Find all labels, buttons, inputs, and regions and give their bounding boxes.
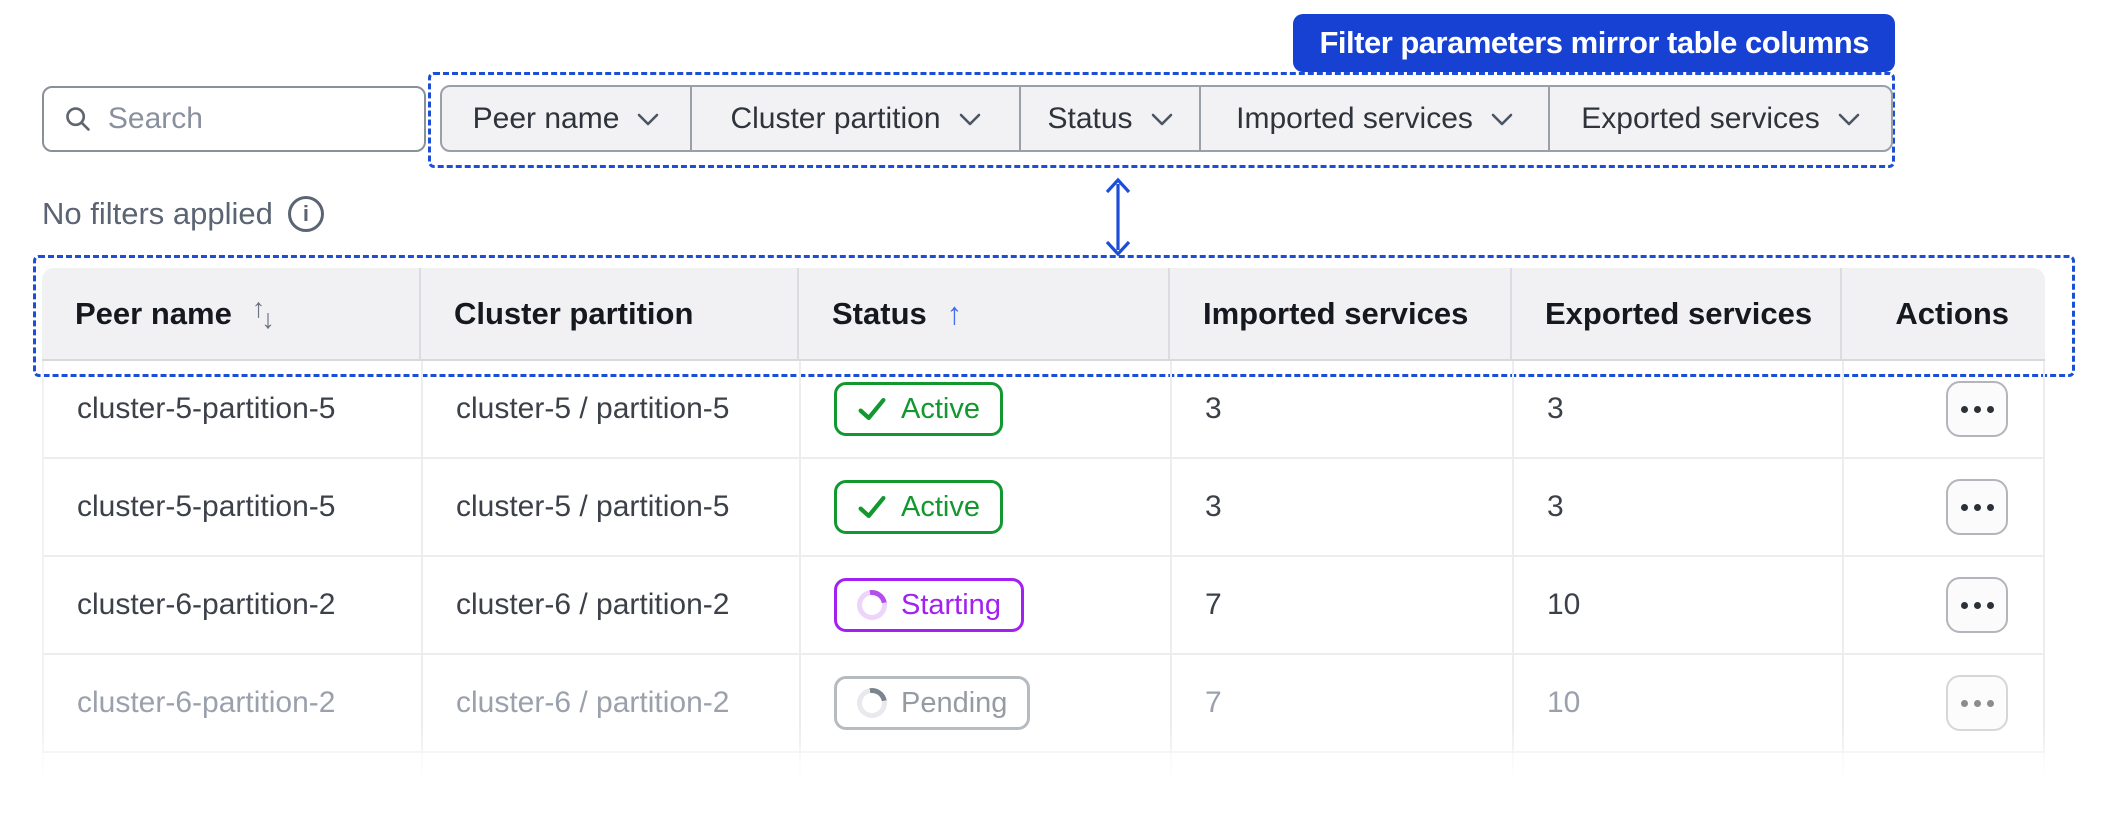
exported-services-cell: 10 bbox=[1512, 655, 1842, 751]
status-cell: Active bbox=[799, 459, 1170, 555]
filter-parameter-group: Peer name Cluster partition Status Impor… bbox=[440, 85, 1893, 152]
mirror-arrow bbox=[1105, 177, 1131, 257]
table-row: cluster-5-partition-5 cluster-5 / partit… bbox=[42, 361, 2045, 459]
imported-services-cell: 7 bbox=[1170, 655, 1512, 751]
chevron-down-icon bbox=[1151, 113, 1172, 125]
column-header-imported-services[interactable]: Imported services bbox=[1168, 268, 1510, 359]
chevron-down-icon bbox=[959, 113, 980, 125]
filter-status-line: No filters applied i bbox=[42, 196, 324, 232]
table-row: cluster-6-partition-2 cluster-6 / partit… bbox=[42, 557, 2045, 655]
filter-dropdown-cluster-partition[interactable]: Cluster partition bbox=[690, 87, 1019, 150]
imported-services-cell: 3 bbox=[1170, 361, 1512, 457]
filter-label: Status bbox=[1047, 101, 1133, 135]
cluster-partition-cell: cluster-5 / partition-5 bbox=[421, 459, 799, 555]
peer-name-cell: cluster-5-partition-5 bbox=[77, 392, 336, 425]
peer-name-cell: cluster-5-partition-5 bbox=[77, 490, 336, 523]
exported-services-cell: 3 bbox=[1512, 459, 1842, 555]
filter-dropdown-exported-services[interactable]: Exported services bbox=[1548, 87, 1891, 150]
peer-name-cell: cluster-6-partition-2 bbox=[77, 588, 336, 621]
check-icon bbox=[858, 495, 886, 519]
column-header-status[interactable]: Status ↑ bbox=[797, 268, 1168, 359]
filter-status-text: No filters applied bbox=[42, 196, 273, 231]
actions-cell bbox=[1842, 459, 2043, 555]
chevron-down-icon bbox=[638, 113, 659, 125]
status-badge: Pending bbox=[834, 676, 1031, 730]
column-header-actions: Actions bbox=[1840, 268, 2045, 359]
chevron-down-icon bbox=[1491, 113, 1513, 125]
sort-icon[interactable]: ↑ ↓ bbox=[252, 293, 275, 334]
actions-cell bbox=[1842, 361, 2043, 457]
imported-services-cell: 7 bbox=[1170, 557, 1512, 653]
status-cell: Starting bbox=[799, 557, 1170, 653]
column-header-cluster-partition[interactable]: Cluster partition bbox=[419, 268, 797, 359]
column-header-peer-name[interactable]: Peer name ↑ ↓ bbox=[42, 268, 419, 359]
spinner-icon bbox=[851, 584, 893, 626]
table-row: cluster-6-partition-2 cluster-6 / partit… bbox=[42, 655, 2045, 753]
filter-dropdown-status[interactable]: Status bbox=[1019, 87, 1199, 150]
filter-label: Cluster partition bbox=[730, 101, 941, 135]
row-actions-button[interactable] bbox=[1946, 675, 2008, 731]
info-icon[interactable]: i bbox=[287, 196, 324, 232]
actions-cell bbox=[1842, 557, 2043, 653]
spinner-icon bbox=[851, 682, 893, 724]
peers-table: Peer name ↑ ↓ Cluster partition Status ↑ … bbox=[42, 268, 2045, 789]
status-badge: Active bbox=[834, 382, 1003, 436]
actions-cell bbox=[1842, 655, 2043, 751]
row-actions-button[interactable] bbox=[1946, 479, 2008, 535]
search-input[interactable] bbox=[107, 102, 404, 136]
imported-services-cell: 3 bbox=[1170, 459, 1512, 555]
cluster-partition-cell: cluster-6 / partition-2 bbox=[421, 557, 799, 653]
status-cell: Active bbox=[799, 361, 1170, 457]
status-badge: Starting bbox=[834, 578, 1024, 632]
row-actions-button[interactable] bbox=[1946, 381, 2008, 437]
filter-dropdown-peer-name[interactable]: Peer name bbox=[442, 87, 690, 150]
chevron-down-icon bbox=[1838, 113, 1860, 125]
search-icon bbox=[66, 107, 90, 131]
table-header-row: Peer name ↑ ↓ Cluster partition Status ↑ … bbox=[42, 268, 2045, 361]
filter-dropdown-imported-services[interactable]: Imported services bbox=[1199, 87, 1548, 150]
table-row: cluster-5-partition-5 cluster-5 / partit… bbox=[42, 459, 2045, 557]
exported-services-cell: 3 bbox=[1512, 361, 1842, 457]
filter-label: Imported services bbox=[1236, 101, 1473, 135]
column-header-exported-services[interactable]: Exported services bbox=[1510, 268, 1840, 359]
peering-filter-demo-screen: Filter parameters mirror table columns P… bbox=[0, 0, 2118, 816]
sort-ascending-icon[interactable]: ↑ bbox=[947, 296, 963, 332]
check-icon bbox=[858, 397, 886, 421]
status-cell: Pending bbox=[799, 655, 1170, 751]
table-row-partial bbox=[42, 753, 2045, 789]
cluster-partition-cell: cluster-6 / partition-2 bbox=[421, 655, 799, 751]
filter-label: Peer name bbox=[472, 101, 620, 135]
annotation-banner: Filter parameters mirror table columns bbox=[1293, 14, 1895, 72]
status-badge: Active bbox=[834, 480, 1003, 534]
filter-label: Exported services bbox=[1581, 101, 1820, 135]
row-actions-button[interactable] bbox=[1946, 577, 2008, 633]
exported-services-cell: 10 bbox=[1512, 557, 1842, 653]
cluster-partition-cell: cluster-5 / partition-5 bbox=[421, 361, 799, 457]
peer-name-cell: cluster-6-partition-2 bbox=[77, 686, 336, 719]
search-box[interactable] bbox=[42, 86, 426, 152]
